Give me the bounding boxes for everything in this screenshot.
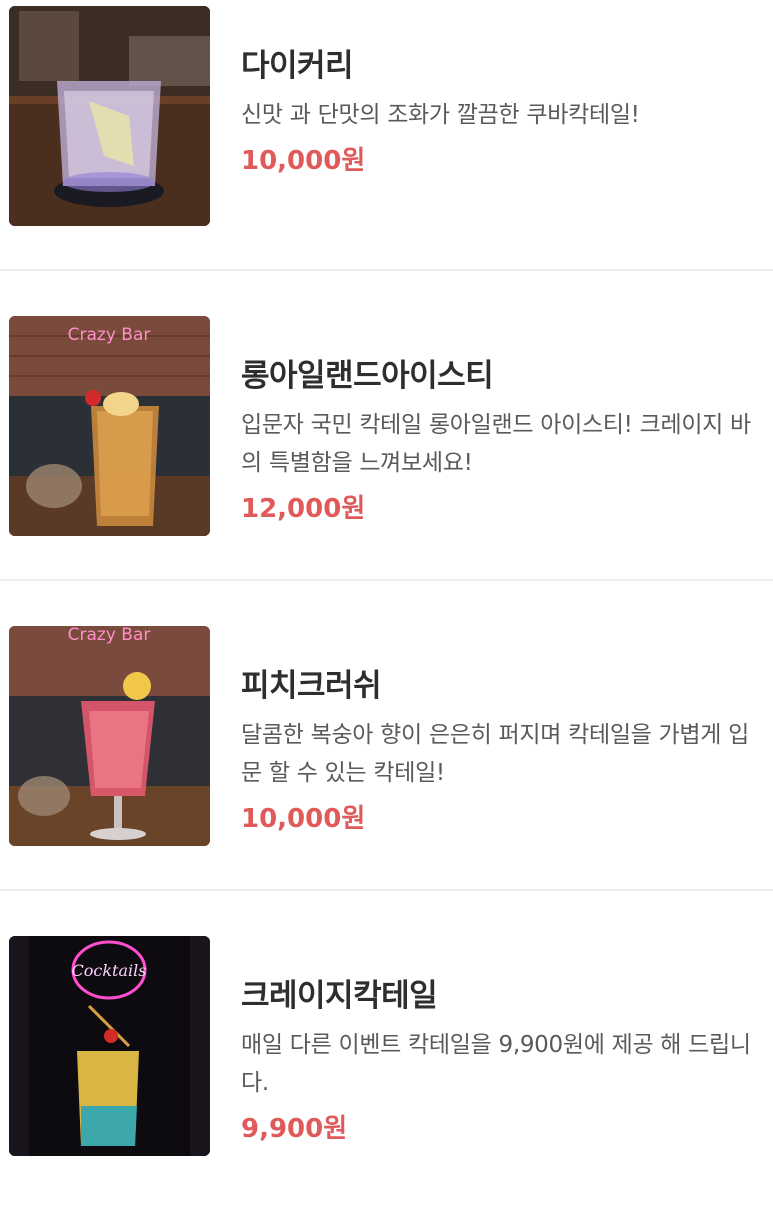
menu-item-peach-crush[interactable]: Crazy Bar 피치크러쉬 달콤한 복숭아 향이 은은히 퍼지며 칵테일을 …: [0, 620, 773, 910]
neon-sign-text: Crazy Bar: [68, 325, 151, 345]
menu-item-description: 달콤한 복숭아 향이 은은히 퍼지며 칵테일을 가볍게 입문 할 수 있는 칵테…: [241, 722, 749, 786]
menu-item-price: 9,900원: [241, 1114, 348, 1144]
neon-sign-text: Cocktails: [72, 961, 147, 980]
neon-sign-text: Crazy Bar: [68, 626, 151, 645]
menu-item-crazy-cocktail[interactable]: Cocktails 크레이지칵테일 매일 다른 이벤트 칵테일을 9,900원에…: [0, 930, 773, 1220]
menu-item-long-island[interactable]: Crazy Bar 롱아일랜드아이스티 입문자 국민 칵테일 롱아일랜드 아이스…: [0, 310, 773, 600]
menu-item-name: 피치크러쉬: [241, 668, 382, 704]
menu-item-price: 12,000원: [241, 494, 366, 524]
divider: [0, 579, 773, 581]
divider: [0, 889, 773, 891]
menu-item-name: 크레이지칵테일: [241, 978, 438, 1014]
menu-item-name: 롱아일랜드아이스티: [241, 358, 494, 394]
crazy-cocktail-photo[interactable]: Cocktails: [9, 936, 210, 1156]
long-island-photo[interactable]: Crazy Bar: [9, 316, 210, 536]
menu-item-name: 다이커리: [241, 48, 354, 84]
menu-item-description: 입문자 국민 칵테일 롱아일랜드 아이스티! 크레이지 바의 특별함을 느껴보세…: [241, 412, 751, 476]
menu-item-price: 10,000원: [241, 804, 366, 834]
daiquiri-photo[interactable]: [9, 6, 210, 226]
menu-item-description: 매일 다른 이벤트 칵테일을 9,900원에 제공 해 드립니다.: [241, 1032, 751, 1096]
divider: [0, 269, 773, 271]
menu-list: 다이커리 신맛 과 단맛의 조화가 깔끔한 쿠바칵테일! 10,000원 Cra…: [0, 0, 773, 1173]
menu-item-price: 10,000원: [241, 146, 366, 176]
menu-item-description: 신맛 과 단맛의 조화가 깔끔한 쿠바칵테일!: [241, 102, 640, 128]
peach-crush-photo[interactable]: Crazy Bar: [9, 626, 210, 846]
menu-item-daiquiri[interactable]: 다이커리 신맛 과 단맛의 조화가 깔끔한 쿠바칵테일! 10,000원: [0, 0, 773, 290]
